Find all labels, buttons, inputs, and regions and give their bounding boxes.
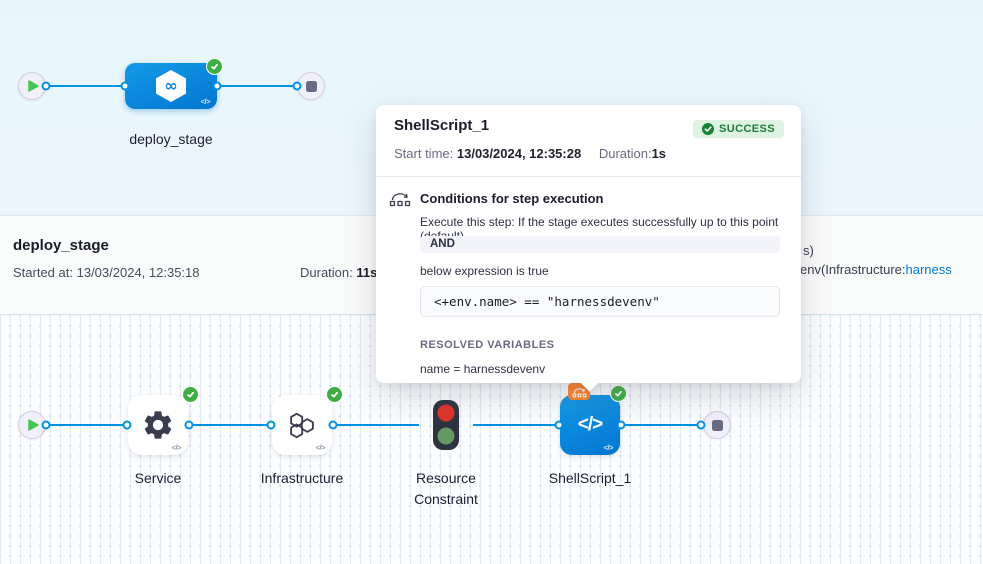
edge-line [217, 85, 297, 87]
code-mini-icon: </> [201, 97, 210, 106]
and-operator-bar: AND [420, 236, 780, 253]
started-label: Started at: [13, 265, 73, 280]
status-badge: SUCCESS [693, 120, 784, 138]
gear-icon [141, 408, 175, 442]
edge-connector-dot[interactable] [697, 421, 706, 430]
step-node-infrastructure[interactable]: </> [272, 395, 332, 455]
duration-label: Duration: [599, 146, 652, 161]
edge-line [333, 424, 419, 426]
stage-started-text: Started at: 13/03/2024, 12:35:18 [13, 265, 200, 280]
resolved-variables-title: RESOLVED VARIABLES [420, 339, 555, 351]
edge-connector-dot[interactable] [123, 421, 132, 430]
divider [376, 176, 801, 177]
stage-node-label: deploy_stage [129, 129, 212, 150]
clipped-text-line1: s) [803, 243, 983, 258]
code-icon: </> [578, 414, 602, 436]
success-badge-icon [610, 385, 627, 402]
traffic-light-icon [431, 399, 461, 451]
step-node-shellscript[interactable]: </> </> [560, 395, 620, 455]
popover-meta: Start time: 13/03/2024, 12:35:28 Duratio… [394, 146, 666, 161]
resolved-variable-value: name = harnessdevenv [420, 362, 545, 376]
code-mini-icon: </> [604, 443, 613, 452]
edge-connector-dot[interactable] [185, 421, 194, 430]
play-icon [28, 419, 39, 431]
stop-icon [712, 420, 723, 431]
duration-value: 11s [356, 265, 377, 280]
step-node-label: Service [135, 468, 182, 489]
edge-connector-dot[interactable] [617, 421, 626, 430]
stage-duration-text: Duration: 11s [300, 265, 377, 280]
success-badge-icon [182, 386, 199, 403]
edge-connector-dot[interactable] [42, 82, 51, 91]
success-badge-icon [206, 58, 223, 75]
edge-line [621, 424, 701, 426]
code-mini-icon: </> [172, 443, 181, 452]
stage-node-deploy-stage[interactable]: ∞ </> [125, 63, 217, 109]
status-label: SUCCESS [719, 123, 775, 135]
duration-label: Duration: [300, 265, 353, 280]
cd-stage-icon: ∞ [156, 70, 186, 102]
stage-bar-title: deploy_stage [13, 237, 109, 254]
edge-connector-dot[interactable] [329, 421, 338, 430]
edge-line [46, 424, 127, 426]
expression-box: <+env.name> == "harnessdevenv" [420, 286, 780, 317]
conditions-title: Conditions for step execution [420, 191, 603, 206]
start-time-value: 13/03/2024, 12:35:28 [457, 146, 581, 161]
edge-line [473, 424, 559, 426]
step-stop-node[interactable] [703, 411, 731, 439]
below-expression-text: below expression is true [420, 264, 549, 278]
step-node-label: Resource Constraint [399, 468, 493, 510]
duration-value: 1s [652, 146, 666, 161]
edge-line [189, 424, 271, 426]
stop-icon [306, 81, 317, 92]
started-value: 13/03/2024, 12:35:18 [77, 265, 200, 280]
edge-line [46, 85, 125, 87]
step-node-service[interactable]: </> [128, 395, 188, 455]
edge-connector-dot[interactable] [267, 421, 276, 430]
conditional-execution-icon [389, 190, 411, 212]
edge-connector-dot[interactable] [293, 82, 302, 91]
check-icon [702, 123, 714, 135]
edge-connector-dot[interactable] [121, 82, 130, 91]
step-node-label: ShellScript_1 [549, 468, 632, 489]
step-details-popover: ShellScript_1 SUCCESS Start time: 13/03/… [376, 105, 801, 383]
edge-connector-dot[interactable] [555, 421, 564, 430]
step-node-resource-constraint[interactable] [431, 399, 461, 456]
play-icon [28, 80, 39, 92]
start-time-label: Start time: [394, 146, 453, 161]
environment-link[interactable]: harness [906, 262, 952, 277]
popover-title: ShellScript_1 [394, 117, 489, 134]
clipped-text-line2: env(Infrastructure:harness [800, 262, 983, 277]
stage-bar-clipped-details: s) env(Infrastructure:harness [800, 243, 983, 285]
success-badge-icon [326, 386, 343, 403]
infrastructure-text: env(Infrastructure: [800, 262, 906, 277]
step-node-label: Infrastructure [261, 468, 343, 489]
pipeline-execution-screen: ∞ </> deploy_stage deploy_stage Started … [0, 0, 983, 564]
hexagon-cluster-icon [286, 412, 318, 439]
code-mini-icon: </> [316, 443, 325, 452]
edge-connector-dot[interactable] [213, 82, 222, 91]
edge-connector-dot[interactable] [42, 421, 51, 430]
